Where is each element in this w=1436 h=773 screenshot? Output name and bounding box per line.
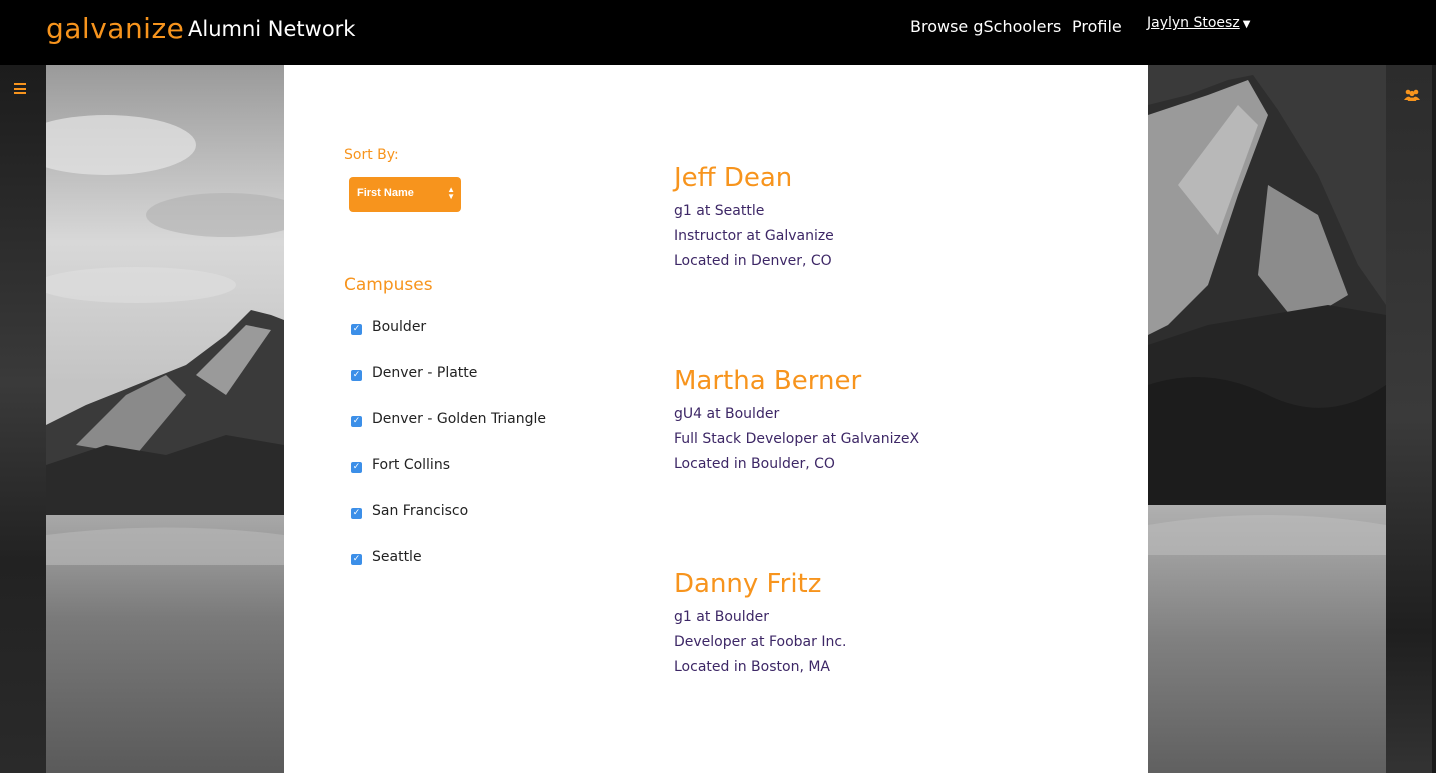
checkbox-checked[interactable]: ✓ [351,370,362,381]
alumni-location: Located in Denver, CO [674,253,832,269]
alumni-cohort: g1 at Seattle [674,203,765,219]
alumni-location: Located in Boston, MA [674,659,830,675]
user-menu-toggle[interactable]: Jaylyn Stoesz ▼ [1147,15,1250,31]
checkbox-checked[interactable]: ✓ [351,554,362,565]
select-arrows-icon: ▲ ▼ [447,185,455,201]
sort-select-value: First Name [357,187,414,199]
alumni-card: Danny Fritz g1 at Boulder Developer at F… [674,569,846,684]
sort-select[interactable]: First Name ▲ ▼ [349,177,461,212]
app-title[interactable]: Alumni Network [188,17,355,41]
main-content: Sort By: First Name ▲ ▼ Campuses ✓ Boulde… [284,65,1148,773]
alumni-cohort: g1 at Boulder [674,609,769,625]
campuses-heading: Campuses [344,275,433,295]
background-photo-left [46,65,284,773]
left-side-strip [0,65,46,773]
campus-label: Fort Collins [372,457,450,473]
checkbox-checked[interactable]: ✓ [351,462,362,473]
alumni-card: Jeff Dean g1 at Seattle Instructor at Ga… [674,163,834,278]
alumni-location: Located in Boulder, CO [674,456,835,472]
campus-label: Denver - Platte [372,365,478,381]
galvanize-logo[interactable]: galvanize [46,12,184,45]
alumni-name[interactable]: Martha Berner [674,366,919,396]
top-navbar: galvanize Alumni Network Browse gSchoole… [0,0,1436,65]
alumni-cohort: gU4 at Boulder [674,406,780,422]
caret-down-icon: ▼ [1242,19,1251,30]
nav-profile-link[interactable]: Profile [1072,17,1122,36]
campus-label: Boulder [372,319,427,335]
background-photo-right [1148,65,1386,773]
alumni-job: Full Stack Developer at GalvanizeX [674,431,920,447]
campus-label: Seattle [372,549,422,565]
campus-label: San Francisco [372,503,469,519]
checkbox-checked[interactable]: ✓ [351,324,362,335]
nav-browse-link[interactable]: Browse gSchoolers [910,17,1061,36]
right-side-strip [1386,65,1432,773]
users-icon[interactable] [1404,88,1420,102]
alumni-job: Developer at Foobar Inc. [674,634,847,650]
sort-label: Sort By: [344,147,399,163]
alumni-card: Martha Berner gU4 at Boulder Full Stack … [674,366,919,481]
alumni-name[interactable]: Jeff Dean [674,163,834,193]
user-name: Jaylyn Stoesz [1147,15,1240,31]
hamburger-icon[interactable] [14,83,26,97]
alumni-job: Instructor at Galvanize [674,228,834,244]
campus-label: Denver - Golden Triangle [372,411,546,427]
alumni-name[interactable]: Danny Fritz [674,569,846,599]
checkbox-checked[interactable]: ✓ [351,416,362,427]
checkbox-checked[interactable]: ✓ [351,508,362,519]
